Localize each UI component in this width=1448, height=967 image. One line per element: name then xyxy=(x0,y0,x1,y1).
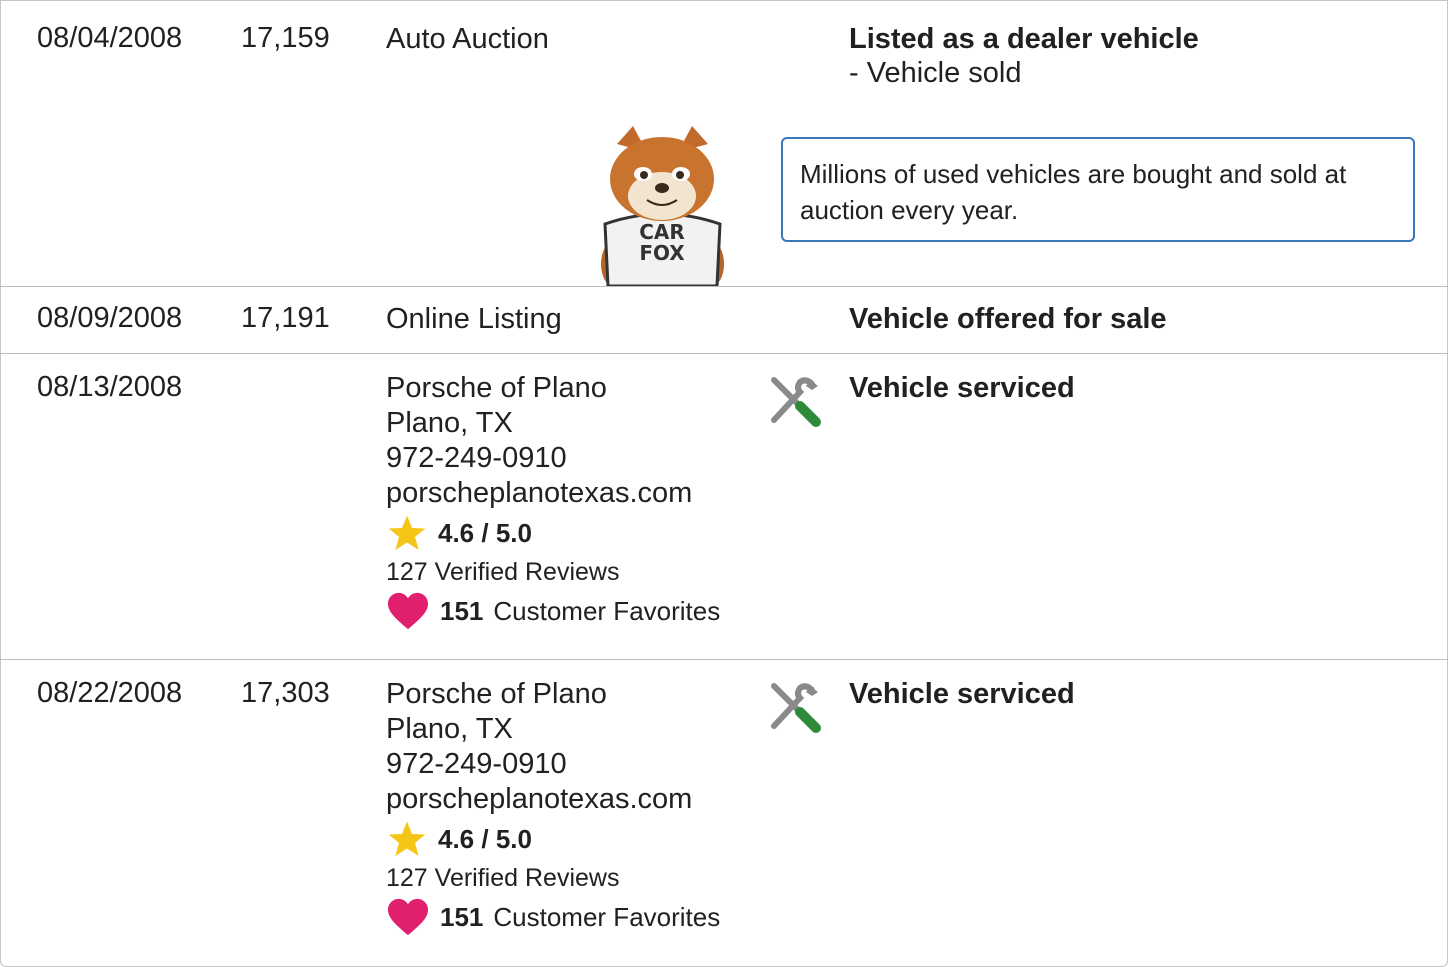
comment-title: Listed as a dealer vehicle xyxy=(849,23,1199,55)
comment-detail: - Vehicle sold xyxy=(849,57,1022,89)
history-row-auction: 08/04/2008 17,159 Auto Auction Listed as… xyxy=(0,0,1448,286)
verified-reviews-link[interactable]: 127 Verified Reviews xyxy=(386,859,720,897)
row-date: 08/09/2008 xyxy=(37,302,183,334)
rating-value: 4.6 / 5.0 xyxy=(438,823,532,854)
heart-icon xyxy=(388,592,428,630)
row-odometer: 17,303 xyxy=(241,677,330,709)
row-date: 08/13/2008 xyxy=(37,371,183,403)
dealer-website[interactable]: porscheplanotexas.com xyxy=(386,476,720,511)
dealer-location: Plano, TX xyxy=(386,407,513,439)
star-icon xyxy=(388,515,426,550)
row-comments: Listed as a dealer vehicle - Vehicle sol… xyxy=(849,22,1199,90)
dealer-name[interactable]: Porsche of Plano xyxy=(386,677,720,712)
rating-value: 4.6 / 5.0 xyxy=(438,517,532,548)
star-icon xyxy=(388,821,426,856)
comment-title: Vehicle serviced xyxy=(849,678,1075,710)
wrench-screwdriver-icon xyxy=(771,683,821,733)
mascot-shirt-text: FOX xyxy=(639,241,685,265)
row-source: Auto Auction xyxy=(386,23,549,55)
dealer-info: Porsche of Plano Plano, TX 972-249-0910 … xyxy=(386,677,720,937)
favorites-label: Customer Favorites xyxy=(493,901,721,932)
dealer-rating: 4.6 / 5.0 xyxy=(386,513,720,553)
carfox-mascot-icon: CAR FOX xyxy=(601,126,724,286)
comment-title: Vehicle serviced xyxy=(849,372,1075,404)
favorites-count: 151 xyxy=(440,595,484,626)
dealer-info: Porsche of Plano Plano, TX 972-249-0910 … xyxy=(386,371,720,631)
row-date: 08/22/2008 xyxy=(37,677,183,709)
dealer-name[interactable]: Porsche of Plano xyxy=(386,371,720,406)
dealer-location: Plano, TX xyxy=(386,713,513,745)
history-row-service: 08/22/2008 17,303 Porsche of Plano Plano… xyxy=(0,659,1448,966)
row-date: 08/04/2008 xyxy=(37,22,183,54)
favorites-count: 151 xyxy=(440,901,484,932)
favorites-label: Customer Favorites xyxy=(493,595,721,626)
heart-icon xyxy=(388,898,428,936)
customer-favorites: 151 Customer Favorites xyxy=(386,897,720,937)
history-row-service: 08/13/2008 Porsche of Plano Plano, TX 97… xyxy=(0,353,1448,660)
verified-reviews-link[interactable]: 127 Verified Reviews xyxy=(386,553,720,591)
row-odometer: 17,191 xyxy=(241,302,330,334)
dealer-phone[interactable]: 972-249-0910 xyxy=(386,441,720,476)
dealer-phone[interactable]: 972-249-0910 xyxy=(386,747,720,782)
history-row-listing: 08/09/2008 17,191 Online Listing Vehicle… xyxy=(0,286,1448,354)
dealer-website[interactable]: porscheplanotexas.com xyxy=(386,782,720,817)
customer-favorites: 151 Customer Favorites xyxy=(386,591,720,631)
wrench-screwdriver-icon xyxy=(771,377,821,427)
auction-tip-box: Millions of used vehicles are bought and… xyxy=(781,137,1415,242)
comment-title: Vehicle offered for sale xyxy=(849,303,1167,335)
row-source: Online Listing xyxy=(386,303,562,335)
dealer-rating: 4.6 / 5.0 xyxy=(386,819,720,859)
row-odometer: 17,159 xyxy=(241,22,330,54)
